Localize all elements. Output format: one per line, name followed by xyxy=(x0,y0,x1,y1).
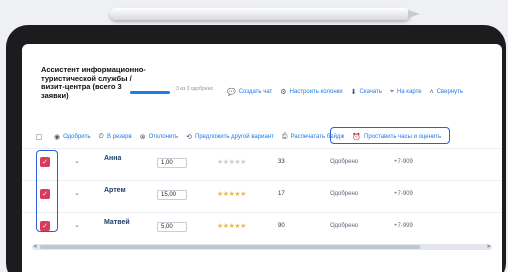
create-chat-label: Создать чат xyxy=(238,89,273,95)
offer-alternative-label: Предложить другой вариант xyxy=(195,134,274,140)
stylus xyxy=(110,8,420,20)
reject-button[interactable]: ⊗ Отклонить xyxy=(140,133,178,141)
job-title: Ассистент информационно-туристической сл… xyxy=(41,65,146,100)
collapse-button[interactable]: ˄ Свернуть xyxy=(430,88,463,96)
phone-value: +7-999 xyxy=(394,223,413,229)
table-row: ✓ ⌄ Матвей 5,00 ★★★★★ 90 Одобрено +7-999 xyxy=(22,212,502,244)
star-rating[interactable]: ★★★★★ xyxy=(217,190,246,198)
horizontal-scrollbar[interactable]: ◂ ▸ xyxy=(32,242,492,250)
status-value: Одобрено xyxy=(330,223,359,229)
applicants-table: ✓ ⌄ Анна 1,00 ★★★★★ 33 Одобрено +7-909 ✓… xyxy=(22,148,502,244)
reject-label: Отклонить xyxy=(148,134,179,140)
applicant-name[interactable]: Матвей xyxy=(104,219,130,226)
phone-value: +7-909 xyxy=(394,191,413,197)
scroll-right-icon[interactable]: ▸ xyxy=(487,242,491,250)
chevron-up-icon: ˄ xyxy=(429,88,434,96)
hours-input[interactable]: 15,00 xyxy=(157,190,187,200)
create-chat-button[interactable]: 💬 Создать чат xyxy=(227,88,272,96)
table-row: ✓ ⌄ Анна 1,00 ★★★★★ 33 Одобрено +7-909 xyxy=(22,148,502,180)
reserve-label: В резерв xyxy=(106,134,132,140)
reserve-button[interactable]: ⏲ В резерв xyxy=(98,133,131,141)
approve-label: Одобрить xyxy=(63,134,91,140)
star-rating[interactable]: ★★★★★ xyxy=(217,158,246,166)
offer-alternative-button[interactable]: ⟲ Предложить другой вариант xyxy=(186,133,274,141)
hours-input[interactable]: 5,00 xyxy=(157,222,187,232)
score-value: 33 xyxy=(278,159,285,165)
x-circle-icon: ⊗ xyxy=(139,134,146,141)
clock-icon: ⏲ xyxy=(98,133,104,140)
scroll-thumb[interactable] xyxy=(40,245,420,249)
scroll-left-icon[interactable]: ◂ xyxy=(33,242,37,250)
screen: Ассистент информационно-туристической сл… xyxy=(22,44,502,272)
download-button[interactable]: ⬇ Скачать xyxy=(351,88,382,96)
score-value: 90 xyxy=(278,223,285,229)
star-icon[interactable]: ★ xyxy=(240,159,246,166)
refresh-icon: ⟲ xyxy=(186,134,193,141)
score-value: 17 xyxy=(278,191,285,197)
approval-progress-bar xyxy=(130,91,170,94)
approve-button[interactable]: ◉ Одобрить xyxy=(54,133,90,141)
configure-columns-button[interactable]: ⚙ Настроить колонки xyxy=(280,88,342,96)
star-icon[interactable]: ★ xyxy=(240,223,246,230)
download-label: Скачать xyxy=(359,89,383,95)
gear-icon: ⚙ xyxy=(280,89,287,96)
map-button[interactable]: ⌖ На карте xyxy=(390,88,422,96)
applicant-name[interactable]: Артем xyxy=(104,187,126,194)
chevron-down-icon[interactable]: ⌄ xyxy=(74,221,80,229)
chat-icon: 💬 xyxy=(227,89,236,96)
chevron-down-icon[interactable]: ⌄ xyxy=(74,157,80,165)
star-icon[interactable]: ★ xyxy=(240,191,246,198)
set-hours-highlight xyxy=(330,127,450,144)
phone-value: +7-909 xyxy=(394,159,413,165)
check-circle-icon: ◉ xyxy=(54,134,61,141)
map-label: На карте xyxy=(396,89,422,95)
row-selection-highlight xyxy=(36,150,58,232)
collapse-label: Свернуть xyxy=(436,89,464,95)
configure-columns-label: Настроить колонки xyxy=(289,89,343,95)
download-icon: ⬇ xyxy=(350,89,357,96)
hours-input[interactable]: 1,00 xyxy=(157,158,187,168)
status-value: Одобрено xyxy=(330,159,359,165)
map-pin-icon: ⌖ xyxy=(390,88,394,95)
table-row: ✓ ⌄ Артем 15,00 ★★★★★ 17 Одобрено +7-909 xyxy=(22,180,502,212)
star-rating[interactable]: ★★★★★ xyxy=(217,222,246,230)
select-all-checkbox[interactable] xyxy=(36,134,42,140)
approval-progress-text: 3 из 3 одобрено xyxy=(176,86,214,92)
chevron-down-icon[interactable]: ⌄ xyxy=(74,189,80,197)
status-value: Одобрено xyxy=(330,191,359,197)
approval-progress-fill xyxy=(130,91,170,94)
printer-icon: ⎙ xyxy=(281,133,288,140)
applicant-name[interactable]: Анна xyxy=(104,155,121,162)
header-actions: 💬 Создать чат ⚙ Настроить колонки ⬇ Скач… xyxy=(227,88,463,96)
